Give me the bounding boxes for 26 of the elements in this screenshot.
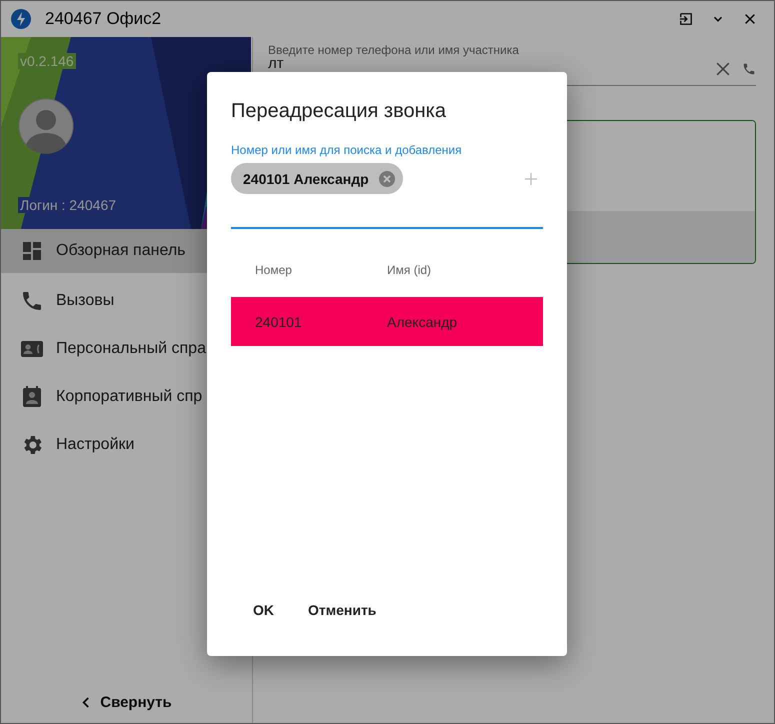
column-header: Имя (id) [387,263,432,277]
contact-book-icon [20,385,44,409]
ok-button[interactable]: OK [239,594,288,626]
recipient-field[interactable]: Номер или имя для поиска и добавления 240101 Александр [231,143,543,229]
dialog-title: Переадресация звонка [231,100,447,123]
sidebar-item[interactable]: Настройки [1,421,252,469]
version-label: v0.2.146 [18,53,76,69]
column-header: Номер [255,263,293,277]
window-title: 240467 Офис2 [45,9,162,29]
table-row[interactable]: 240101 Александр [231,297,543,346]
exit-icon[interactable] [679,12,693,26]
recipient-chip[interactable]: 240101 Александр [231,163,403,194]
avatar-icon [18,98,74,154]
table-cell-text: 240101 [255,314,303,330]
login-label: Логин : 240467 [18,197,118,213]
sidebar-item[interactable]: Корпоративный спр [1,373,252,421]
cancel-button[interactable]: Отменить [294,594,390,626]
chevron-left-icon [81,696,90,708]
phone-icon[interactable] [742,62,756,76]
phone-icon [20,289,44,313]
close-icon[interactable] [743,12,757,26]
dashboard-icon [20,239,44,263]
clear-icon[interactable] [716,62,730,76]
table-cell-text: Александр [387,314,458,330]
collapse-button[interactable]: Свернуть [1,683,252,721]
lightning-icon [11,9,31,29]
